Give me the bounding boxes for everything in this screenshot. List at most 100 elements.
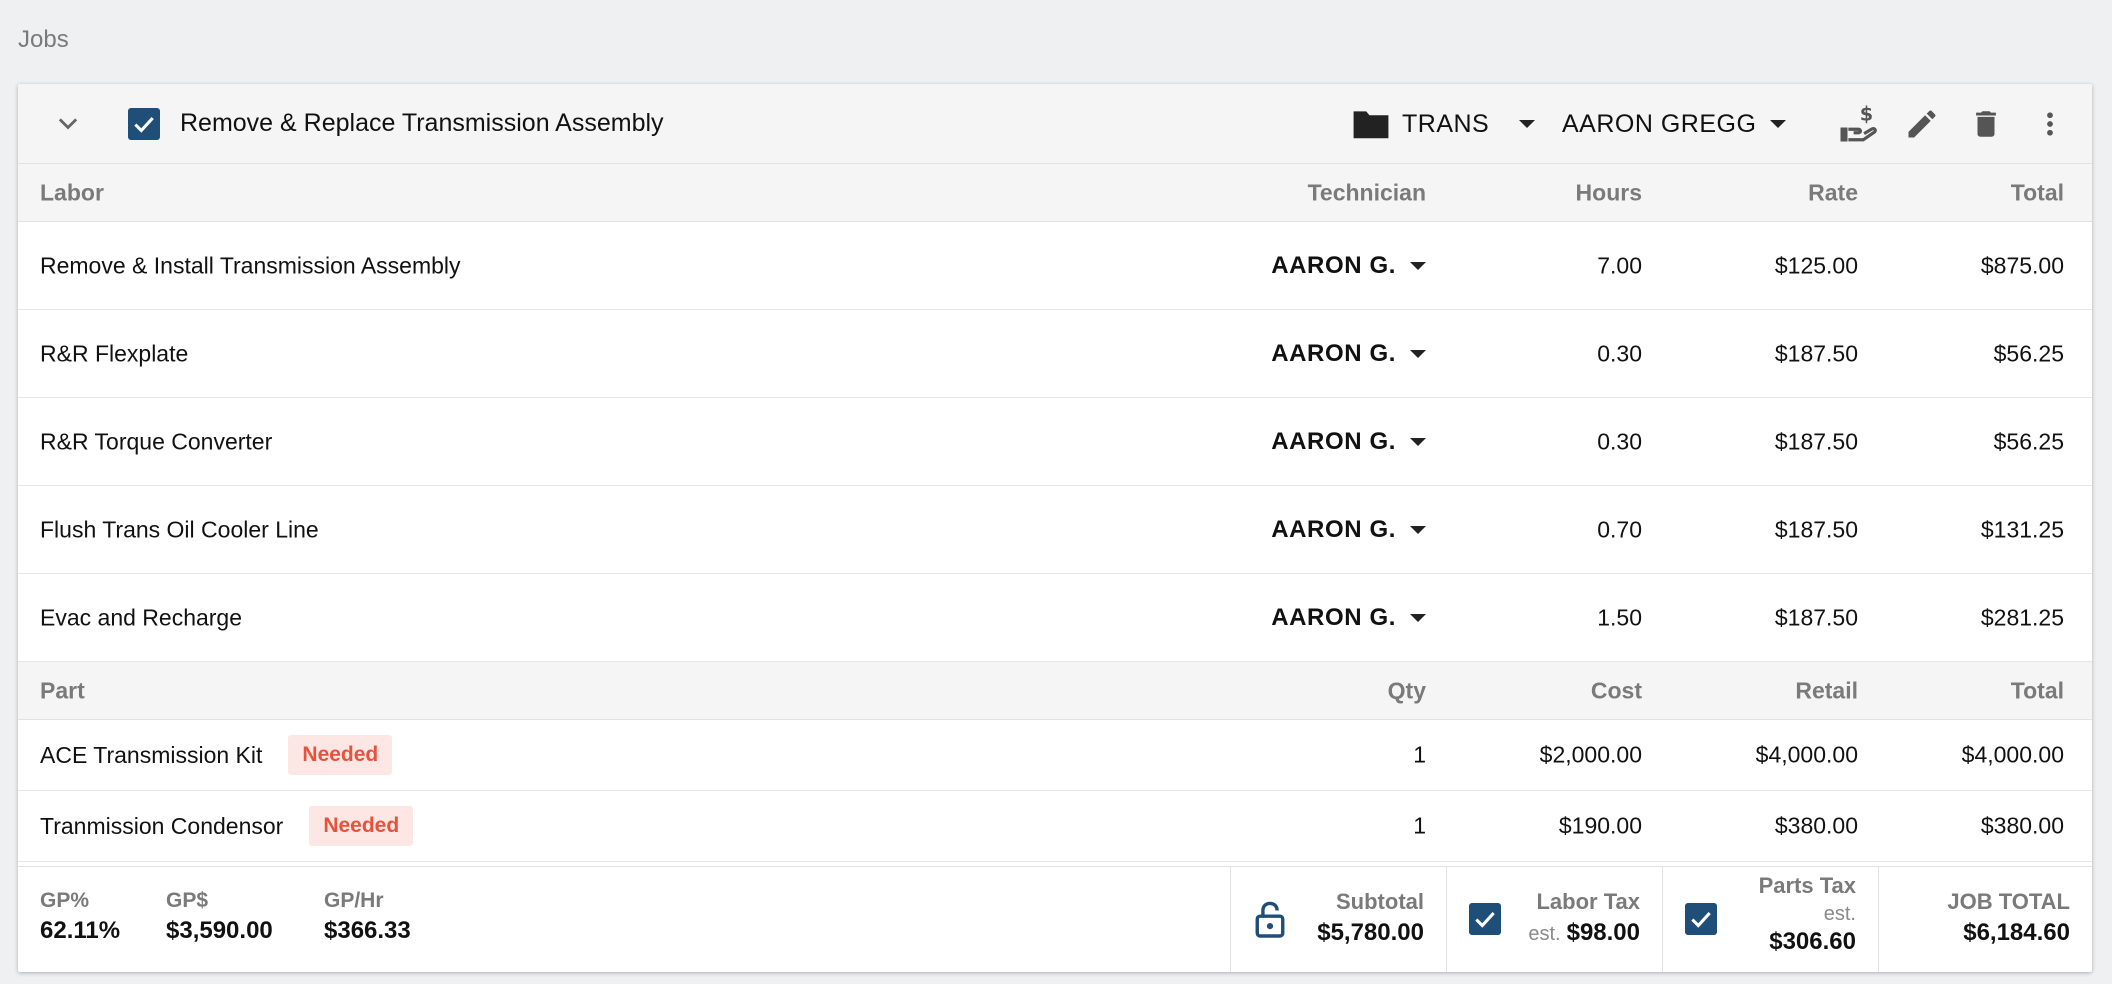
labor-hours: 1.50 bbox=[1597, 604, 1642, 630]
edit-button[interactable] bbox=[1896, 98, 1948, 150]
category-label: TRANS bbox=[1402, 109, 1490, 138]
parts-col-qty: Qty bbox=[1387, 677, 1426, 703]
labor-row[interactable]: Remove & Install Transmission Assembly A… bbox=[18, 222, 2092, 310]
labor-rate: $187.50 bbox=[1774, 340, 1858, 366]
parts-tax-checkbox[interactable] bbox=[1685, 903, 1717, 935]
labor-total: $56.25 bbox=[1993, 340, 2064, 366]
labor-hours: 0.70 bbox=[1597, 516, 1642, 542]
job-checkbox[interactable] bbox=[128, 108, 160, 140]
part-name-cell: ACE Transmission Kit Needed bbox=[40, 735, 393, 775]
gp-hour-value: $366.33 bbox=[324, 917, 411, 944]
caret-down-icon bbox=[1770, 120, 1787, 128]
part-retail: $380.00 bbox=[1774, 812, 1858, 839]
technician-label: AARON GREGG bbox=[1562, 109, 1757, 138]
labor-row[interactable]: Evac and Recharge AARON G. 1.50 $187.50 … bbox=[18, 574, 2092, 662]
caret-down-icon bbox=[1410, 613, 1426, 622]
chevron-down-icon bbox=[58, 118, 78, 130]
parts-col-total: Total bbox=[2010, 677, 2064, 703]
labor-col-tech: Technician bbox=[1307, 179, 1426, 205]
pencil-icon bbox=[1908, 110, 1936, 138]
parts-tax-cell: Parts Tax est. $306.60 bbox=[1662, 867, 1878, 972]
labor-tech-select[interactable]: AARON G. bbox=[1271, 340, 1426, 368]
gp-dollar-label: GP$ bbox=[166, 889, 209, 912]
labor-tech-select[interactable]: AARON G. bbox=[1271, 252, 1426, 280]
labor-hours: 0.30 bbox=[1597, 340, 1642, 366]
labor-hours: 0.30 bbox=[1597, 428, 1642, 454]
part-name: ACE Transmission Kit bbox=[40, 741, 263, 768]
parts-col-cost: Cost bbox=[1590, 677, 1642, 703]
pricing-button[interactable]: $ bbox=[1832, 98, 1884, 150]
subtotal-cell: Subtotal $5,780.00 bbox=[1230, 867, 1446, 972]
check-icon bbox=[1691, 912, 1711, 928]
more-vertical-icon bbox=[2047, 112, 2053, 136]
part-row[interactable]: Tranmission Condensor Needed 1 $190.00 $… bbox=[18, 791, 2092, 862]
job-total-label: JOB TOTAL bbox=[1947, 889, 2070, 914]
trash-icon bbox=[1976, 111, 1996, 137]
more-button[interactable] bbox=[2024, 98, 2076, 150]
caret-down-icon bbox=[1410, 437, 1426, 446]
labor-name: Evac and Recharge bbox=[40, 604, 243, 630]
gp-percent-label: GP% bbox=[40, 889, 90, 912]
labor-tax-checkbox[interactable] bbox=[1469, 903, 1501, 935]
part-cost: $190.00 bbox=[1558, 812, 1642, 839]
labor-name: R&R Torque Converter bbox=[40, 428, 273, 454]
caret-down-icon bbox=[1410, 261, 1426, 270]
parts-col-retail: Retail bbox=[1795, 677, 1858, 703]
labor-tech-select[interactable]: AARON G. bbox=[1271, 516, 1426, 544]
parts-tax-label: Parts Tax bbox=[1758, 873, 1856, 898]
gp-percent: GP% 62.11% bbox=[40, 889, 120, 945]
check-icon bbox=[1475, 912, 1495, 928]
labor-tax-cell: Labor Tax est. $98.00 bbox=[1446, 867, 1662, 972]
labor-tech: AARON G. bbox=[1271, 427, 1396, 455]
part-total: $4,000.00 bbox=[1961, 741, 2064, 768]
job-total-cell: JOB TOTAL $6,184.60 bbox=[1878, 867, 2092, 972]
category-select[interactable]: TRANS bbox=[1352, 104, 1536, 144]
header-actions: $ bbox=[1832, 98, 2076, 150]
part-retail: $4,000.00 bbox=[1755, 741, 1858, 768]
job-title: Remove & Replace Transmission Assembly bbox=[180, 109, 664, 137]
caret-down-icon bbox=[1410, 525, 1426, 534]
labor-col-rate: Rate bbox=[1808, 179, 1858, 205]
job-card: Remove & Replace Transmission Assembly T… bbox=[18, 84, 2092, 972]
labor-tax-est: est. bbox=[1528, 923, 1561, 945]
labor-tech-select[interactable]: AARON G. bbox=[1271, 604, 1426, 632]
page-title: Jobs bbox=[18, 26, 69, 53]
gp-hour: GP/Hr $366.33 bbox=[324, 889, 411, 945]
labor-row[interactable]: R&R Torque Converter AARON G. 0.30 $187.… bbox=[18, 398, 2092, 486]
part-name: Tranmission Condensor bbox=[40, 812, 284, 839]
parts-header: Part Qty Cost Retail Total bbox=[18, 662, 2092, 720]
job-summary-footer: GP% 62.11% GP$ $3,590.00 GP/Hr $366.33 S… bbox=[18, 866, 2092, 972]
labor-tech: AARON G. bbox=[1271, 251, 1396, 279]
labor-row[interactable]: R&R Flexplate AARON G. 0.30 $187.50 $56.… bbox=[18, 310, 2092, 398]
labor-name: Remove & Install Transmission Assembly bbox=[40, 252, 461, 278]
part-row[interactable]: ACE Transmission Kit Needed 1 $2,000.00 … bbox=[18, 720, 2092, 791]
labor-total: $281.25 bbox=[1980, 604, 2064, 630]
labor-total: $56.25 bbox=[1993, 428, 2064, 454]
labor-rate: $125.00 bbox=[1774, 252, 1858, 278]
labor-total: $875.00 bbox=[1980, 252, 2064, 278]
labor-col-total: Total bbox=[2010, 179, 2064, 205]
labor-tech: AARON G. bbox=[1271, 603, 1396, 631]
labor-tech-select[interactable]: AARON G. bbox=[1271, 428, 1426, 456]
gp-dollar: GP$ $3,590.00 bbox=[166, 889, 273, 945]
folder-icon bbox=[1353, 111, 1389, 139]
labor-col-name: Labor bbox=[40, 179, 104, 205]
labor-col-hours: Hours bbox=[1575, 179, 1642, 205]
job-header: Remove & Replace Transmission Assembly T… bbox=[18, 84, 2092, 164]
technician-select[interactable]: AARON GREGG bbox=[1562, 104, 1787, 144]
gross-profit-block: GP% 62.11% GP$ $3,590.00 GP/Hr $366.33 bbox=[18, 867, 1230, 972]
labor-row[interactable]: Flush Trans Oil Cooler Line AARON G. 0.7… bbox=[18, 486, 2092, 574]
gp-hour-label: GP/Hr bbox=[324, 889, 384, 912]
labor-tech: AARON G. bbox=[1271, 339, 1396, 367]
delete-button[interactable] bbox=[1960, 98, 2012, 150]
caret-down-icon bbox=[1410, 349, 1426, 358]
unlock-icon bbox=[1255, 901, 1285, 938]
labor-tax-label: Labor Tax bbox=[1536, 889, 1640, 914]
labor-tax-value: $98.00 bbox=[1566, 919, 1640, 946]
hand-dollar-icon: $ bbox=[1840, 103, 1877, 142]
status-badge: Needed bbox=[309, 806, 414, 846]
collapse-button[interactable] bbox=[50, 106, 86, 142]
lock-toggle[interactable] bbox=[1253, 899, 1287, 944]
gp-dollar-value: $3,590.00 bbox=[166, 917, 273, 944]
parts-col-name: Part bbox=[40, 677, 85, 703]
